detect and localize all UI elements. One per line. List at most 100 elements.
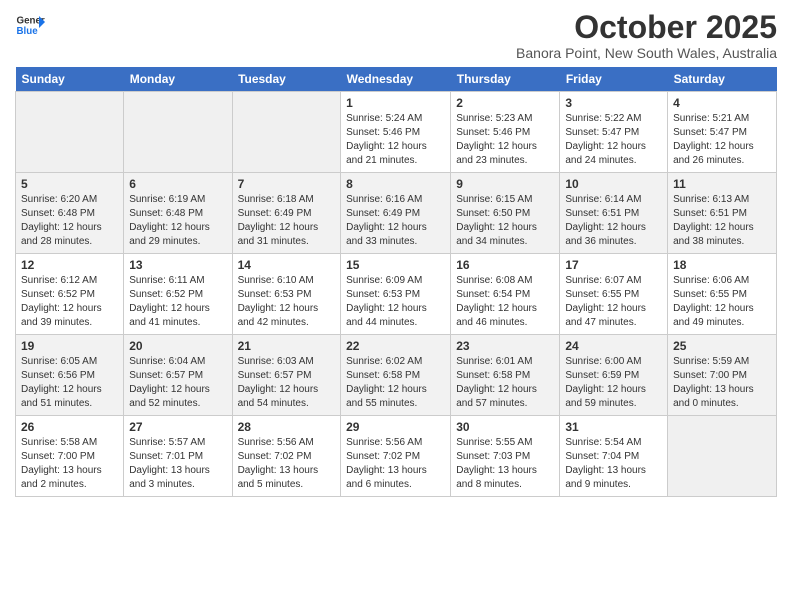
cell-info: Sunrise: 6:10 AMSunset: 6:53 PMDaylight:…: [238, 274, 336, 330]
cell-info: Sunrise: 5:59 AMSunset: 7:00 PMDaylight:…: [673, 355, 771, 411]
cell-5-3: 28Sunrise: 5:56 AMSunset: 7:02 PMDayligh…: [232, 416, 341, 497]
cell-4-7: 25 Sunrise: 5:59 AMSunset: 7:00 PMDayligh…: [668, 335, 777, 416]
cell-info: Sunrise: 6:16 AMSunset: 6:49 PMDaylight:…: [346, 193, 445, 249]
cell-2-5: 9 Sunrise: 6:15 AMSunset: 6:50 PMDaylight…: [451, 173, 560, 254]
day-number: 14: [238, 258, 336, 272]
day-number: 7: [238, 177, 336, 191]
cell-5-2: 27 Sunrise: 5:57 AMSunset: 7:01 PMDayligh…: [124, 416, 232, 497]
day-number: 1: [346, 96, 445, 110]
cell-info: Sunrise: 5:21 AMSunset: 5:47 PMDaylight:…: [673, 112, 771, 168]
cell-1-1: [16, 92, 124, 173]
cell-info: Sunrise: 6:06 AMSunset: 6:55 PMDaylight:…: [673, 274, 771, 330]
cell-1-2: [124, 92, 232, 173]
day-number: 6: [129, 177, 226, 191]
cell-1-7: 4 Sunrise: 5:21 AMSunset: 5:47 PMDaylight…: [668, 92, 777, 173]
cell-info: Sunrise: 6:04 AMSunset: 6:57 PMDaylight:…: [129, 355, 226, 411]
day-number: 18: [673, 258, 771, 272]
col-saturday: Saturday: [668, 67, 777, 92]
day-number: 19: [21, 339, 118, 353]
logo: General Blue: [15, 10, 45, 40]
day-number: 31: [565, 420, 662, 434]
cell-info: Sunrise: 6:03 AMSunset: 6:57 PMDaylight:…: [238, 355, 336, 411]
cell-2-3: 7Sunrise: 6:18 AMSunset: 6:49 PMDaylight…: [232, 173, 341, 254]
logo-icon: General Blue: [15, 10, 45, 40]
location: Banora Point, New South Wales, Australia: [516, 45, 777, 61]
week-row-3: 12 Sunrise: 6:12 AMSunset: 6:52 PMDayligh…: [16, 254, 777, 335]
cell-3-3: 14 Sunrise: 6:10 AMSunset: 6:53 PMDayligh…: [232, 254, 341, 335]
day-number: 29: [346, 420, 445, 434]
cell-3-7: 18 Sunrise: 6:06 AMSunset: 6:55 PMDayligh…: [668, 254, 777, 335]
cell-3-2: 13 Sunrise: 6:11 AMSunset: 6:52 PMDayligh…: [124, 254, 232, 335]
day-number: 11: [673, 177, 771, 191]
calendar-table: Sunday Monday Tuesday Wednesday Thursday…: [15, 67, 777, 497]
cell-4-3: 21 Sunrise: 6:03 AMSunset: 6:57 PMDayligh…: [232, 335, 341, 416]
cell-1-6: 3 Sunrise: 5:22 AMSunset: 5:47 PMDaylight…: [560, 92, 668, 173]
col-friday: Friday: [560, 67, 668, 92]
cell-3-6: 17 Sunrise: 6:07 AMSunset: 6:55 PMDayligh…: [560, 254, 668, 335]
week-row-5: 26 Sunrise: 5:58 AMSunset: 7:00 PMDayligh…: [16, 416, 777, 497]
cell-info: Sunrise: 5:23 AMSunset: 5:46 PMDaylight:…: [456, 112, 554, 168]
day-number: 12: [21, 258, 118, 272]
cell-info: Sunrise: 6:05 AMSunset: 6:56 PMDaylight:…: [21, 355, 118, 411]
cell-4-6: 24 Sunrise: 6:00 AMSunset: 6:59 PMDayligh…: [560, 335, 668, 416]
cell-5-5: 30 Sunrise: 5:55 AMSunset: 7:03 PMDayligh…: [451, 416, 560, 497]
day-number: 4: [673, 96, 771, 110]
cell-1-5: 2Sunrise: 5:23 AMSunset: 5:46 PMDaylight…: [451, 92, 560, 173]
cell-2-6: 10Sunrise: 6:14 AMSunset: 6:51 PMDayligh…: [560, 173, 668, 254]
title-block: October 2025 Banora Point, New South Wal…: [516, 10, 777, 61]
day-number: 25: [673, 339, 771, 353]
cell-info: Sunrise: 6:00 AMSunset: 6:59 PMDaylight:…: [565, 355, 662, 411]
cell-info: Sunrise: 6:14 AMSunset: 6:51 PMDaylight:…: [565, 193, 662, 249]
col-wednesday: Wednesday: [341, 67, 451, 92]
cell-1-3: [232, 92, 341, 173]
cell-2-1: 5 Sunrise: 6:20 AMSunset: 6:48 PMDaylight…: [16, 173, 124, 254]
cell-4-4: 22Sunrise: 6:02 AMSunset: 6:58 PMDayligh…: [341, 335, 451, 416]
cell-5-1: 26 Sunrise: 5:58 AMSunset: 7:00 PMDayligh…: [16, 416, 124, 497]
day-number: 16: [456, 258, 554, 272]
day-number: 20: [129, 339, 226, 353]
cell-info: Sunrise: 5:22 AMSunset: 5:47 PMDaylight:…: [565, 112, 662, 168]
cell-info: Sunrise: 5:58 AMSunset: 7:00 PMDaylight:…: [21, 436, 118, 492]
day-number: 28: [238, 420, 336, 434]
cell-2-4: 8Sunrise: 6:16 AMSunset: 6:49 PMDaylight…: [341, 173, 451, 254]
cell-info: Sunrise: 6:11 AMSunset: 6:52 PMDaylight:…: [129, 274, 226, 330]
cell-5-6: 31 Sunrise: 5:54 AMSunset: 7:04 PMDayligh…: [560, 416, 668, 497]
day-number: 26: [21, 420, 118, 434]
day-number: 24: [565, 339, 662, 353]
week-row-2: 5 Sunrise: 6:20 AMSunset: 6:48 PMDaylight…: [16, 173, 777, 254]
col-sunday: Sunday: [16, 67, 124, 92]
cell-2-2: 6 Sunrise: 6:19 AMSunset: 6:48 PMDaylight…: [124, 173, 232, 254]
day-number: 13: [129, 258, 226, 272]
cell-4-2: 20 Sunrise: 6:04 AMSunset: 6:57 PMDayligh…: [124, 335, 232, 416]
cell-info: Sunrise: 5:55 AMSunset: 7:03 PMDaylight:…: [456, 436, 554, 492]
day-number: 3: [565, 96, 662, 110]
day-number: 15: [346, 258, 445, 272]
cell-info: Sunrise: 6:01 AMSunset: 6:58 PMDaylight:…: [456, 355, 554, 411]
cell-3-4: 15Sunrise: 6:09 AMSunset: 6:53 PMDayligh…: [341, 254, 451, 335]
cell-info: Sunrise: 5:24 AMSunset: 5:46 PMDaylight:…: [346, 112, 445, 168]
cell-info: Sunrise: 6:19 AMSunset: 6:48 PMDaylight:…: [129, 193, 226, 249]
page: General Blue October 2025 Banora Point, …: [0, 0, 792, 507]
day-number: 17: [565, 258, 662, 272]
week-row-4: 19 Sunrise: 6:05 AMSunset: 6:56 PMDayligh…: [16, 335, 777, 416]
cell-info: Sunrise: 6:15 AMSunset: 6:50 PMDaylight:…: [456, 193, 554, 249]
cell-2-7: 11 Sunrise: 6:13 AMSunset: 6:51 PMDayligh…: [668, 173, 777, 254]
day-number: 21: [238, 339, 336, 353]
day-number: 27: [129, 420, 226, 434]
week-row-1: 1 Sunrise: 5:24 AMSunset: 5:46 PMDaylight…: [16, 92, 777, 173]
col-thursday: Thursday: [451, 67, 560, 92]
cell-info: Sunrise: 6:02 AMSunset: 6:58 PMDaylight:…: [346, 355, 445, 411]
cell-info: Sunrise: 6:13 AMSunset: 6:51 PMDaylight:…: [673, 193, 771, 249]
day-number: 30: [456, 420, 554, 434]
cell-info: Sunrise: 5:57 AMSunset: 7:01 PMDaylight:…: [129, 436, 226, 492]
day-number: 23: [456, 339, 554, 353]
cell-info: Sunrise: 5:54 AMSunset: 7:04 PMDaylight:…: [565, 436, 662, 492]
cell-3-1: 12 Sunrise: 6:12 AMSunset: 6:52 PMDayligh…: [16, 254, 124, 335]
day-number: 9: [456, 177, 554, 191]
cell-info: Sunrise: 6:20 AMSunset: 6:48 PMDaylight:…: [21, 193, 118, 249]
cell-info: Sunrise: 6:07 AMSunset: 6:55 PMDaylight:…: [565, 274, 662, 330]
cell-5-4: 29Sunrise: 5:56 AMSunset: 7:02 PMDayligh…: [341, 416, 451, 497]
header-row: Sunday Monday Tuesday Wednesday Thursday…: [16, 67, 777, 92]
day-number: 5: [21, 177, 118, 191]
cell-info: Sunrise: 6:12 AMSunset: 6:52 PMDaylight:…: [21, 274, 118, 330]
